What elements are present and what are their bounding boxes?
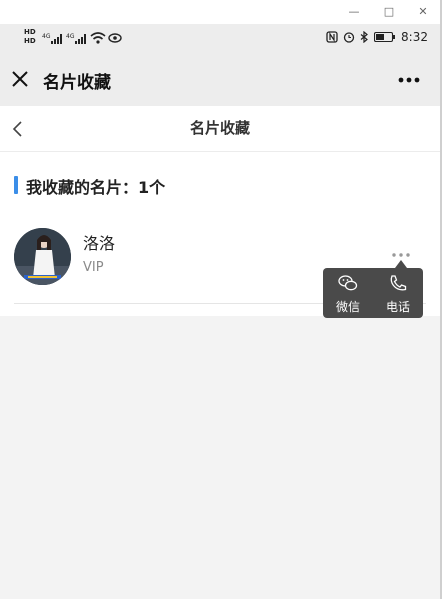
network-type-label: 4G xyxy=(42,33,51,40)
status-right: 8:32 xyxy=(326,30,428,44)
page-header: 名片收藏 xyxy=(0,106,440,152)
contact-popup-menu: 微信 电话 xyxy=(323,268,423,318)
section-accent-bar xyxy=(14,176,18,194)
app-titlebar: 名片收藏 xyxy=(0,54,440,106)
hd-badge: HD xyxy=(24,28,36,36)
popup-arrow xyxy=(395,260,407,268)
close-window-icon[interactable]: ✕ xyxy=(413,3,433,21)
card-more-icon[interactable] xyxy=(391,251,411,259)
network-type-label: 4G xyxy=(66,33,75,40)
phone-icon xyxy=(390,275,407,291)
wechat-label: 微信 xyxy=(335,300,360,314)
hd-badge: HD xyxy=(24,37,36,45)
phone-label: 电话 xyxy=(385,300,410,314)
signal-icon: 4G xyxy=(66,33,86,44)
minimize-icon[interactable]: — xyxy=(344,3,364,21)
contact-name: 洛洛 xyxy=(83,234,116,253)
bluetooth-icon xyxy=(360,31,368,43)
app-title: 名片收藏 xyxy=(43,73,111,93)
signal-icon: 4G xyxy=(42,33,62,44)
phone-button[interactable]: 电话 xyxy=(373,274,423,315)
wifi-icon xyxy=(90,32,106,44)
hd-badges: HD HD xyxy=(24,28,36,46)
close-icon[interactable] xyxy=(11,70,29,88)
status-bar: HD HD 4G 4G 8:32 xyxy=(0,24,440,54)
alarm-icon xyxy=(343,32,355,43)
clock-time: 8:32 xyxy=(401,30,428,44)
nfc-icon xyxy=(326,31,338,43)
avatar-photo xyxy=(14,228,71,285)
window-titlebar: — □ ✕ xyxy=(0,0,442,24)
page-title: 名片收藏 xyxy=(189,119,250,137)
more-options-icon[interactable] xyxy=(398,76,420,84)
contact-level: VIP xyxy=(83,260,104,275)
battery-icon xyxy=(374,31,396,43)
maximize-icon[interactable]: □ xyxy=(379,3,399,21)
eye-icon xyxy=(108,33,122,43)
section-title: 我收藏的名片：1个 xyxy=(26,178,166,197)
avatar[interactable] xyxy=(14,228,71,285)
wechat-button[interactable]: 微信 xyxy=(323,274,373,315)
wechat-icon xyxy=(338,275,358,291)
